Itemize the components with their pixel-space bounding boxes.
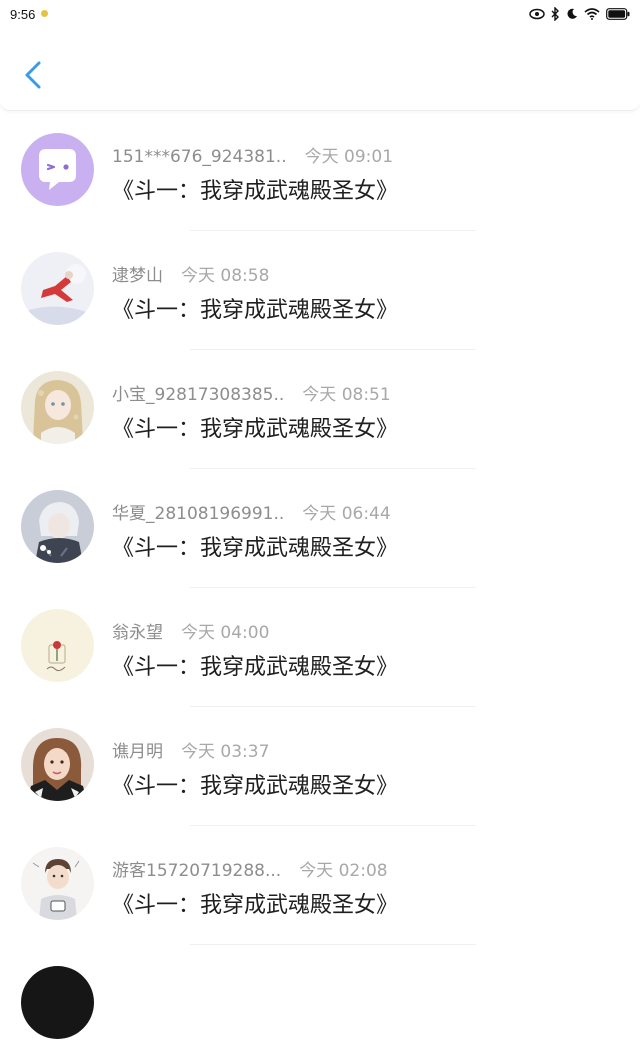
notification-dot-icon <box>41 10 48 17</box>
photo-woman-avatar-icon <box>21 728 94 801</box>
moon-icon <box>567 8 577 19</box>
sender-name-text: 逮梦山 <box>112 266 163 286</box>
avatar[interactable] <box>21 728 94 801</box>
message-title: 《斗一：我穿成武魂殿圣女》 <box>112 774 399 799</box>
avatar[interactable] <box>21 847 94 920</box>
wifi-icon <box>584 8 600 20</box>
sender-name: 逮梦山 今天 08:58 <box>112 261 269 286</box>
chat-bubble-icon <box>21 133 94 206</box>
eye-icon <box>529 8 545 20</box>
battery-icon <box>606 8 630 20</box>
sender-name-text: 小宝_92817308385.. <box>112 385 285 405</box>
avatar[interactable] <box>21 490 94 563</box>
avatar[interactable] <box>21 609 94 682</box>
avatar[interactable] <box>21 371 94 444</box>
status-time: 9:56 <box>10 7 36 22</box>
status-icons <box>529 6 630 22</box>
avatar[interactable] <box>21 966 94 1039</box>
list-item[interactable]: 151***676_924381.. 今天 09:01 《斗一：我穿成武魂殿圣女》 <box>0 112 640 231</box>
message-title: 《斗一：我穿成武魂殿圣女》 <box>112 179 399 204</box>
sender-name: 151***676_924381.. 今天 09:01 <box>112 142 393 167</box>
cartoon-boy-avatar-icon <box>21 847 94 920</box>
back-arrow-icon[interactable] <box>18 58 52 92</box>
list-item[interactable]: 华夏_28108196991.. 今天 06:44 《斗一：我穿成武魂殿圣女》 <box>0 469 640 588</box>
message-list: 151***676_924381.. 今天 09:01 《斗一：我穿成武魂殿圣女》… <box>0 112 640 1064</box>
sender-name: 华夏_28108196991.. 今天 06:44 <box>112 499 391 524</box>
message-title: 《斗一：我穿成武魂殿圣女》 <box>112 655 399 680</box>
list-item[interactable]: 逮梦山 今天 08:58 《斗一：我穿成武魂殿圣女》 <box>0 231 640 350</box>
message-time: 今天 04:00 <box>181 623 270 643</box>
rose-avatar-icon <box>21 609 94 682</box>
message-title: 《斗一：我穿成武魂殿圣女》 <box>112 298 399 323</box>
sender-name-text: 谯月明 <box>112 742 163 762</box>
message-time: 今天 08:58 <box>181 266 270 286</box>
red-figure-avatar-icon <box>21 252 94 325</box>
message-time: 今天 09:01 <box>304 147 394 167</box>
status-bar: 9:56 <box>0 0 640 28</box>
list-item[interactable]: 谯月明 今天 03:37 《斗一：我穿成武魂殿圣女》 <box>0 707 640 826</box>
message-title: 《斗一：我穿成武魂殿圣女》 <box>112 417 399 442</box>
message-title: 《斗一：我穿成武魂殿圣女》 <box>112 536 399 561</box>
avatar[interactable] <box>21 252 94 325</box>
sender-name-text: 华夏_28108196991.. <box>112 504 285 524</box>
list-item[interactable]: 小宝_92817308385.. 今天 08:51 《斗一：我穿成武魂殿圣女》 <box>0 350 640 469</box>
list-item[interactable]: 游客15720719288... 今天 02:08 《斗一：我穿成武魂殿圣女》 <box>0 826 640 945</box>
list-item[interactable] <box>0 945 640 1064</box>
sender-name: 小宝_92817308385.. 今天 08:51 <box>112 380 391 405</box>
sender-name: 翁永望 今天 04:00 <box>112 618 269 643</box>
anime-girl-avatar-icon <box>21 371 94 444</box>
dark-avatar-icon <box>21 966 94 1039</box>
sender-name-text: 游客15720719288... <box>112 861 282 881</box>
sender-name-text: 翁永望 <box>112 623 163 643</box>
sender-name: 游客15720719288... 今天 02:08 <box>112 856 388 881</box>
message-title: 《斗一：我穿成武魂殿圣女》 <box>112 893 399 918</box>
anime-boy-avatar-icon <box>21 490 94 563</box>
message-time: 今天 03:37 <box>181 742 270 762</box>
sender-name: 谯月明 今天 03:37 <box>112 737 269 762</box>
header-bar <box>0 28 640 111</box>
sender-name-text: 151***676_924381.. <box>112 147 287 167</box>
message-time: 今天 02:08 <box>299 861 388 881</box>
bluetooth-icon <box>551 7 559 21</box>
list-item[interactable]: 翁永望 今天 04:00 《斗一：我穿成武魂殿圣女》 <box>0 588 640 707</box>
avatar[interactable] <box>21 133 94 206</box>
message-time: 今天 08:51 <box>302 385 391 405</box>
message-time: 今天 06:44 <box>302 504 391 524</box>
